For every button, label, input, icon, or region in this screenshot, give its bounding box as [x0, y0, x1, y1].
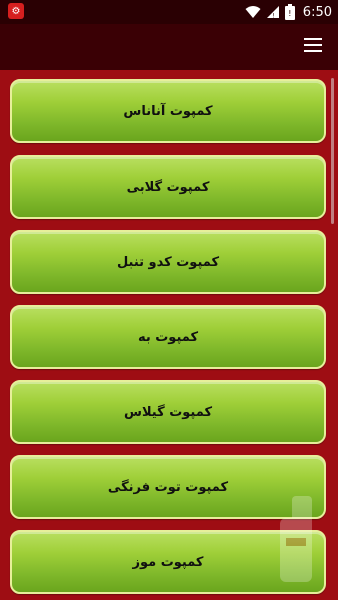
list-item-label: کمپوت موز	[132, 554, 204, 570]
list-item-label: کمپوت توت فرنگی	[107, 479, 229, 495]
store-watermark-icon	[280, 496, 312, 582]
list-item-label: کمپوت گیلاس	[124, 404, 212, 420]
list-item[interactable]: کمپوت گیلاس	[10, 380, 326, 444]
battery-icon: !	[284, 4, 295, 20]
status-time: 6:50	[302, 4, 332, 20]
svg-text:!: !	[288, 9, 291, 18]
list-item-label: کمپوت آناناس	[123, 103, 213, 119]
list-item[interactable]: کمپوت به	[10, 305, 326, 369]
signal-icon: !	[266, 6, 279, 20]
app-toolbar	[0, 24, 338, 70]
hamburger-menu-icon[interactable]	[304, 38, 322, 54]
svg-text:!: !	[272, 13, 274, 20]
list-item-label: کمپوت گلابی	[126, 179, 210, 195]
list-item[interactable]: کمپوت کدو تنبل	[10, 230, 326, 294]
status-bar: ⚙ ! ! 6:50	[0, 0, 338, 24]
list-item[interactable]: کمپوت آناناس	[10, 79, 326, 143]
list-item-label: کمپوت به	[137, 329, 199, 345]
list-item-label: کمپوت کدو تنبل	[116, 254, 220, 270]
scrollbar[interactable]	[331, 78, 334, 224]
wifi-icon	[245, 6, 261, 18]
list-item[interactable]: کمپوت گلابی	[10, 155, 326, 219]
app-notification-icon: ⚙	[8, 3, 24, 19]
